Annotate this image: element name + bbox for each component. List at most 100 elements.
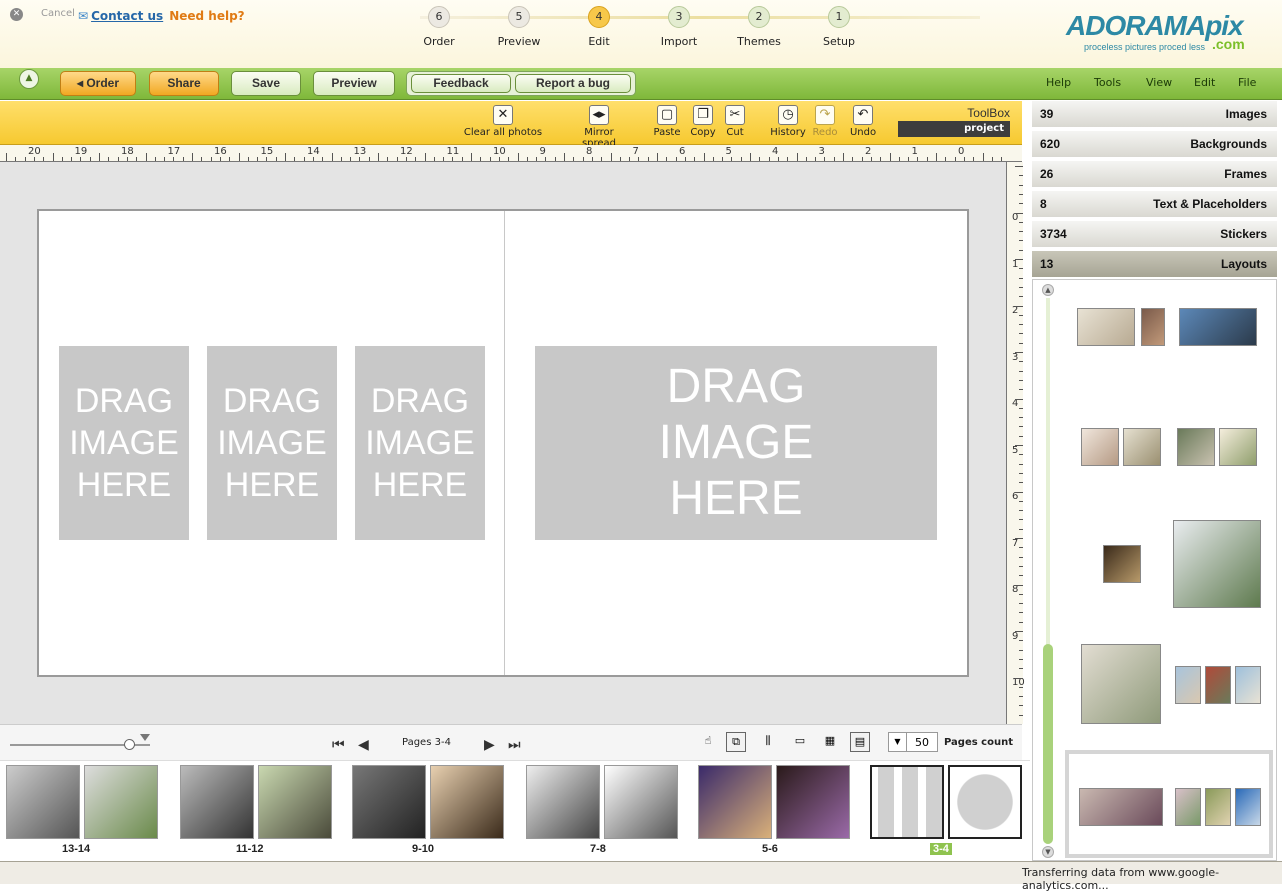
prev-page-icon[interactable]: ◀: [358, 737, 369, 753]
spread-view-icon[interactable]: ⧉: [726, 732, 746, 752]
mirror-spread-button[interactable]: ◂▸ Mirror spread: [566, 105, 632, 149]
chevron-up-icon[interactable]: ▲: [19, 69, 39, 89]
menu-view[interactable]: View: [1146, 76, 1172, 89]
step-label[interactable]: Preview: [484, 35, 554, 48]
wizard-step-setup[interactable]: 1 Setup: [804, 6, 874, 48]
ruler-tick: [750, 153, 751, 161]
category-backgrounds[interactable]: 620 Backgrounds: [1032, 131, 1277, 159]
layout-thumbnail-selected[interactable]: [1065, 750, 1273, 858]
cut-button[interactable]: ✂ Cut: [722, 105, 748, 138]
layout-thumbnail[interactable]: [1067, 406, 1273, 506]
page-thumb-4[interactable]: [948, 765, 1022, 839]
step-number[interactable]: 5: [508, 6, 530, 28]
ruler-tick: [1015, 166, 1023, 167]
mirror-icon[interactable]: ◂▸: [589, 105, 609, 125]
scroll-up-icon[interactable]: ▲: [1042, 284, 1054, 296]
scrollbar[interactable]: ▲ ▼: [1042, 284, 1054, 858]
layout-thumbnail[interactable]: [1067, 644, 1273, 744]
paste-button[interactable]: ▢ Paste: [650, 105, 684, 138]
category-stickers[interactable]: 3734 Stickers: [1032, 221, 1277, 249]
single-page-icon[interactable]: ▭: [790, 732, 810, 752]
step-number[interactable]: 6: [428, 6, 450, 28]
page-thumb-8[interactable]: [604, 765, 678, 839]
copy-button[interactable]: ❐ Copy: [690, 105, 716, 138]
page-thumb-11[interactable]: [180, 765, 254, 839]
page-thumb-5[interactable]: [698, 765, 772, 839]
page-thumb-10[interactable]: [430, 765, 504, 839]
category-frames[interactable]: 26 Frames: [1032, 161, 1277, 189]
category-layouts[interactable]: 13 Layouts: [1032, 251, 1277, 279]
page-thumb-3[interactable]: [870, 765, 944, 839]
share-button[interactable]: Share: [149, 71, 219, 96]
wizard-step-order[interactable]: 6 Order: [404, 6, 474, 48]
save-button[interactable]: Save: [231, 71, 301, 96]
wizard-step-preview[interactable]: 5 Preview: [484, 6, 554, 48]
page-thumb-7[interactable]: [526, 765, 600, 839]
clear-photos-icon[interactable]: ✕: [493, 105, 513, 125]
report-bug-button[interactable]: Report a bug: [515, 74, 631, 93]
pages-count-value[interactable]: 50: [915, 736, 929, 749]
step-number[interactable]: 4: [588, 6, 610, 28]
order-label[interactable]: Order: [86, 76, 119, 90]
wizard-step-edit[interactable]: 4 Edit: [564, 6, 634, 48]
page-label-selected: 3-4: [930, 843, 952, 855]
menu-tools[interactable]: Tools: [1094, 76, 1121, 89]
step-number[interactable]: 2: [748, 6, 770, 28]
image-placeholder[interactable]: DRAG IMAGE HERE: [59, 346, 189, 540]
close-icon[interactable]: ✕: [10, 8, 23, 21]
category-text-placeholders[interactable]: 8 Text & Placeholders: [1032, 191, 1277, 219]
chevron-down-icon[interactable]: ▼: [889, 733, 907, 751]
history-button[interactable]: ◷ History: [770, 105, 806, 138]
layout-thumbnail[interactable]: [1067, 286, 1273, 386]
add-page-icon[interactable]: ☝: [698, 732, 718, 752]
menu-edit[interactable]: Edit: [1194, 76, 1215, 89]
feedback-button[interactable]: Feedback: [411, 74, 511, 93]
step-number[interactable]: 1: [828, 6, 850, 28]
step-label[interactable]: Import: [644, 35, 714, 48]
paste-icon[interactable]: ▢: [657, 105, 677, 125]
cut-icon[interactable]: ✂: [725, 105, 745, 125]
image-placeholder[interactable]: DRAG IMAGE HERE: [535, 346, 937, 540]
next-page-icon[interactable]: ▶: [484, 737, 495, 753]
layout-thumbnail[interactable]: [1067, 520, 1273, 620]
contact-us-link[interactable]: Contact us: [91, 9, 163, 23]
scroll-down-icon[interactable]: ▼: [1042, 846, 1054, 858]
preview-button[interactable]: Preview: [313, 71, 395, 96]
clear-all-photos-button[interactable]: ✕ Clear all photos: [462, 105, 544, 138]
step-label[interactable]: Edit: [564, 35, 634, 48]
image-placeholder[interactable]: DRAG IMAGE HERE: [207, 346, 337, 540]
image-placeholder[interactable]: DRAG IMAGE HERE: [355, 346, 485, 540]
page-thumb-9[interactable]: [352, 765, 426, 839]
history-icon[interactable]: ◷: [778, 105, 798, 125]
pages-count-select[interactable]: ▼ 50: [888, 732, 938, 752]
first-page-icon[interactable]: ⏮: [332, 737, 345, 753]
order-button[interactable]: ◂ Order: [60, 71, 136, 96]
ruler-tick: [331, 153, 333, 161]
category-images[interactable]: 39 Images: [1032, 101, 1277, 129]
cancel-label[interactable]: Cancel: [41, 8, 75, 19]
step-label[interactable]: Order: [404, 35, 474, 48]
copy-icon[interactable]: ❐: [693, 105, 713, 125]
page-thumb-14[interactable]: [84, 765, 158, 839]
wizard-step-import[interactable]: 3 Import: [644, 6, 714, 48]
wizard-step-themes[interactable]: 2 Themes: [724, 6, 794, 48]
binding-view-icon[interactable]: ⫼: [758, 732, 778, 752]
undo-icon[interactable]: ↶: [853, 105, 873, 125]
page-thumb-13[interactable]: [6, 765, 80, 839]
last-page-icon[interactable]: ⏭: [508, 737, 521, 753]
zoom-slider-knob[interactable]: [124, 739, 135, 750]
step-label[interactable]: Themes: [724, 35, 794, 48]
step-label[interactable]: Setup: [804, 35, 874, 48]
menu-help[interactable]: Help: [1046, 76, 1071, 89]
step-number[interactable]: 3: [668, 6, 690, 28]
grid-view-icon[interactable]: ▦: [820, 732, 840, 752]
scroll-thumb[interactable]: [1043, 644, 1053, 844]
page-thumb-12[interactable]: [258, 765, 332, 839]
undo-button[interactable]: ↶ Undo: [848, 105, 878, 138]
menu-file[interactable]: File: [1238, 76, 1256, 89]
redo-button[interactable]: ↷ Redo: [812, 105, 838, 138]
redo-icon[interactable]: ↷: [815, 105, 835, 125]
page-thumb-6[interactable]: [776, 765, 850, 839]
page-view-icon[interactable]: ▤: [850, 732, 870, 752]
cancel-link[interactable]: ✕ Cancel: [10, 8, 75, 21]
